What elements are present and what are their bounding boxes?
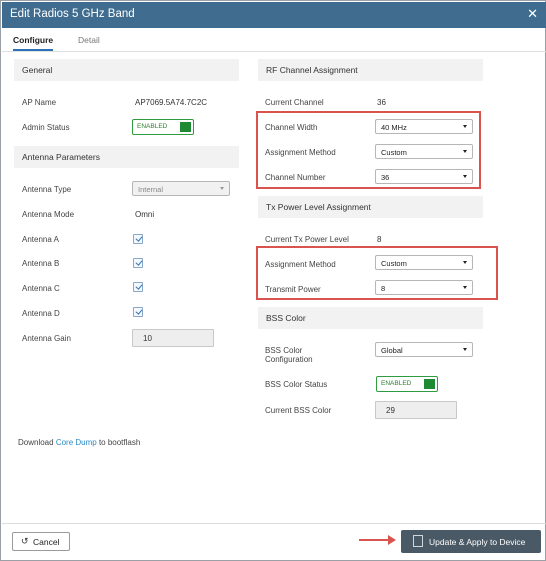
tx-assignment-method-value: Custom <box>381 259 407 268</box>
chevron-down-icon <box>463 286 467 289</box>
current-channel-label: Current Channel <box>265 98 324 107</box>
ap-name-value: AP7069.5A74.7C2C <box>135 98 208 107</box>
antenna-gain-label: Antenna Gain <box>22 334 71 343</box>
cancel-button-label: Cancel <box>33 537 60 547</box>
tx-section-header: Tx Power Level Assignment <box>258 196 483 218</box>
core-dump-link[interactable]: Core Dump <box>56 438 97 447</box>
download-suffix: to bootflash <box>96 438 141 447</box>
chevron-down-icon <box>463 261 467 264</box>
channel-number-label: Channel Number <box>265 173 326 182</box>
check-icon <box>134 234 142 242</box>
tab-configure[interactable]: Configure <box>13 35 54 51</box>
bss-header-text: BSS Color <box>266 313 306 323</box>
cancel-button[interactable]: ↺ Cancel <box>12 532 70 551</box>
tab-detail[interactable]: Detail <box>78 35 100 45</box>
antenna-b-label: Antenna B <box>22 259 60 268</box>
admin-status-toggle-text: ENABLED <box>137 123 168 130</box>
current-tx-power-label: Current Tx Power Level <box>265 235 349 244</box>
check-icon <box>134 282 142 290</box>
channel-number-value: 36 <box>381 173 390 182</box>
bss-color-config-value: Global <box>381 346 403 355</box>
dialog-titlebar: Edit Radios 5 GHz Band ✕ <box>2 2 546 28</box>
edit-radio-dialog: Edit Radios 5 GHz Band ✕ Configure Detai… <box>0 0 546 561</box>
rf-assignment-method-value: Custom <box>381 148 407 157</box>
antenna-mode-value: Omni <box>135 210 155 219</box>
rf-assignment-method-label: Assignment Method <box>265 148 336 157</box>
close-icon[interactable]: ✕ <box>527 6 538 22</box>
tx-assignment-method-label: Assignment Method <box>265 260 336 269</box>
chevron-down-icon <box>463 125 467 128</box>
antenna-d-label: Antenna D <box>22 309 60 318</box>
bss-section-header: BSS Color <box>258 307 483 329</box>
current-bss-color-label: Current BSS Color <box>265 406 332 415</box>
antenna-d-checkbox[interactable] <box>133 307 143 317</box>
bss-color-config-select[interactable]: Global <box>375 342 473 357</box>
antenna-section-header: Antenna Parameters <box>14 146 239 168</box>
footer-divider <box>2 523 546 524</box>
admin-status-toggle[interactable]: ENABLED <box>132 119 194 135</box>
antenna-type-select: Internal <box>132 181 230 196</box>
rf-section-header: RF Channel Assignment <box>258 59 483 81</box>
transmit-power-label: Transmit Power <box>265 285 321 294</box>
chevron-down-icon <box>463 150 467 153</box>
bss-status-toggle-text: ENABLED <box>381 380 412 387</box>
save-icon <box>413 535 423 547</box>
antenna-c-checkbox[interactable] <box>133 282 143 292</box>
channel-width-label: Channel Width <box>265 123 318 132</box>
antenna-mode-label: Antenna Mode <box>22 210 75 219</box>
general-section-header: General <box>14 59 239 81</box>
undo-icon: ↺ <box>21 536 29 546</box>
chevron-down-icon <box>463 348 467 351</box>
ap-name-label: AP Name <box>22 98 57 107</box>
dialog-title: Edit Radios 5 GHz Band <box>10 8 135 20</box>
current-bss-color-field: 29 <box>375 401 457 419</box>
channel-number-select[interactable]: 36 <box>375 169 473 184</box>
bss-color-config-label-1: BSS Color <box>265 346 303 355</box>
transmit-power-select[interactable]: 8 <box>375 280 473 295</box>
check-icon <box>134 307 142 315</box>
bss-color-status-toggle[interactable]: ENABLED <box>376 376 438 392</box>
antenna-header-text: Antenna Parameters <box>22 152 100 162</box>
antenna-type-value: Internal <box>138 185 164 194</box>
rf-header-text: RF Channel Assignment <box>266 65 358 75</box>
transmit-power-value: 8 <box>381 284 386 293</box>
antenna-gain-value: 10 <box>143 334 152 343</box>
current-tx-power-value: 8 <box>377 235 382 244</box>
toggle-knob <box>424 379 435 389</box>
antenna-type-label: Antenna Type <box>22 185 72 194</box>
admin-status-label: Admin Status <box>22 123 70 132</box>
antenna-a-label: Antenna A <box>22 235 59 244</box>
tab-bar: Configure Detail <box>2 28 546 52</box>
general-header-text: General <box>22 65 53 75</box>
chevron-down-icon <box>463 175 467 178</box>
toggle-knob <box>180 122 191 132</box>
antenna-b-checkbox[interactable] <box>133 258 143 268</box>
chevron-down-icon <box>220 187 224 190</box>
tx-header-text: Tx Power Level Assignment <box>266 202 371 212</box>
arrow-right-icon <box>359 535 396 545</box>
channel-width-select[interactable]: 40 MHz <box>375 119 473 134</box>
current-bss-color-value: 29 <box>386 406 395 415</box>
channel-width-value: 40 MHz <box>381 123 407 132</box>
update-apply-button-label: Update & Apply to Device <box>429 537 526 547</box>
check-icon <box>134 258 142 266</box>
rf-assignment-method-select[interactable]: Custom <box>375 144 473 159</box>
download-prefix: Download <box>18 438 56 447</box>
download-text: Download Core Dump to bootflash <box>18 438 140 447</box>
update-apply-button[interactable]: Update & Apply to Device <box>401 530 541 553</box>
current-channel-value: 36 <box>377 98 386 107</box>
antenna-gain-field[interactable]: 10 <box>132 329 214 347</box>
tx-assignment-method-select[interactable]: Custom <box>375 255 473 270</box>
antenna-a-checkbox[interactable] <box>133 234 143 244</box>
bss-color-status-label: BSS Color Status <box>265 380 328 389</box>
antenna-c-label: Antenna C <box>22 284 60 293</box>
bss-color-config-label-2: Configuration <box>265 355 313 364</box>
